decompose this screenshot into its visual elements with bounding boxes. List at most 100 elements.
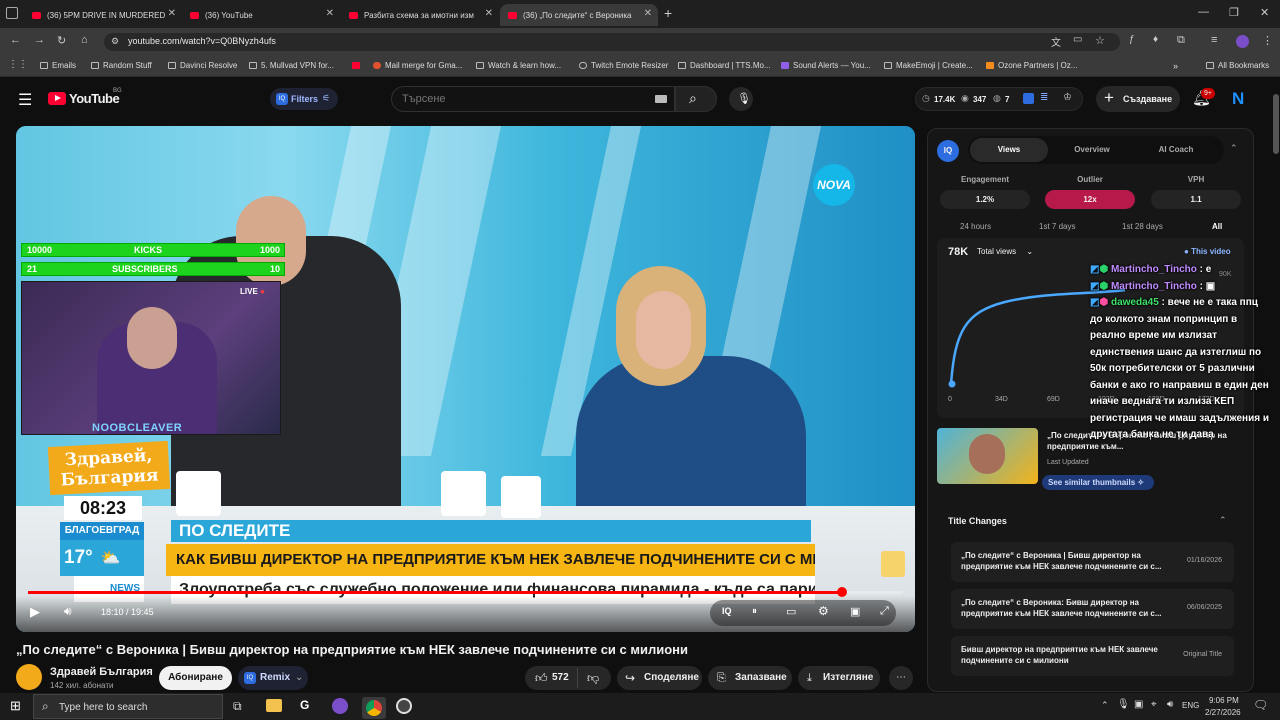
extension-icon[interactable]: ♦ (1153, 34, 1158, 45)
close-tab-icon[interactable]: ✕ (326, 8, 334, 19)
search-input[interactable] (391, 86, 675, 112)
back-icon[interactable]: ← (10, 34, 21, 46)
similar-video-thumbnail[interactable] (937, 428, 1038, 484)
language-indicator[interactable]: ENG (1182, 701, 1199, 710)
network-icon[interactable]: ⌖ (1151, 699, 1157, 710)
new-tab-icon[interactable]: + (664, 5, 672, 21)
home-icon[interactable]: ⌂ (81, 34, 88, 46)
site-info-icon[interactable]: ⚙ (111, 36, 119, 47)
like-icon[interactable]: 👍︎ (535, 666, 548, 690)
fullscreen-icon[interactable]: ⤢ (880, 605, 889, 618)
channel-name[interactable]: Здравей България (50, 666, 153, 678)
reload-icon[interactable]: ↻ (57, 34, 66, 47)
bookmark-item[interactable]: MakeEmoji | Create... (884, 61, 973, 70)
bookmark-item[interactable]: Mail merge for Gma... (373, 61, 462, 70)
range-option[interactable]: 1st 28 days (1122, 222, 1163, 231)
scrollbar-thumb[interactable] (1273, 94, 1279, 154)
filters-button[interactable]: IQ Filters ⚟ (270, 88, 338, 110)
forward-icon[interactable]: → (34, 34, 45, 46)
close-window-icon[interactable]: ✕ (1260, 6, 1269, 19)
range-option[interactable]: 24 hours (960, 222, 991, 231)
app-icon[interactable] (332, 698, 348, 714)
tab-views[interactable]: Views (970, 138, 1048, 162)
tab-search-icon[interactable] (6, 7, 18, 19)
bookmark-item[interactable]: Emails (40, 61, 76, 70)
bookmark-item[interactable]: Sound Alerts — You... (781, 61, 871, 70)
scrubber-handle[interactable] (836, 587, 847, 597)
browser-tab-active[interactable]: (36) „По следите“ с Вероника ✕ (500, 4, 658, 26)
close-tab-icon[interactable]: ✕ (485, 8, 493, 19)
browser-tab[interactable]: (36) 5PM DRIVE IN MURDERED ✕ (24, 4, 182, 26)
play-icon[interactable]: ▶ (30, 604, 40, 620)
youtube-logo-text[interactable]: YouTube (69, 91, 120, 106)
app-icon[interactable]: G (300, 698, 309, 712)
download-button[interactable]: ⤓ Изтегляне (798, 666, 880, 690)
bookmark-item[interactable]: Random Stuff (91, 61, 152, 70)
page-scrollbar[interactable] (1272, 80, 1280, 692)
all-bookmarks[interactable]: All Bookmarks (1206, 61, 1269, 70)
search-button[interactable]: ⌕ (675, 86, 717, 112)
bookmark-item[interactable]: 5. Mullvad VPN for... (249, 61, 334, 70)
collapse-chevron-icon[interactable]: ⌃ (1219, 515, 1227, 526)
apps-grid-icon[interactable]: ⋮⋮ (8, 59, 28, 70)
bookmark-item[interactable]: Twitch Emote Resizer (579, 61, 668, 70)
tray-chevron-icon[interactable]: ⌃ (1101, 700, 1109, 711)
browser-tab[interactable]: Разбита схема за имотни изм ✕ (341, 4, 499, 26)
voice-search-button[interactable]: 🎙 (729, 87, 753, 111)
file-explorer-icon[interactable] (266, 699, 282, 712)
pause-overlay-icon[interactable]: ⏸ (752, 606, 757, 617)
notification-center-icon[interactable]: 🗨︎ (1253, 698, 1268, 712)
browser-tab[interactable]: (36) YouTube ✕ (182, 4, 340, 26)
account-avatar[interactable]: N (1232, 89, 1244, 109)
like-count[interactable]: 572 (552, 666, 569, 690)
iq-icon[interactable]: IQ (722, 606, 732, 616)
obs-icon[interactable] (396, 698, 412, 714)
chrome-active-icon[interactable] (362, 697, 386, 719)
extension-icon[interactable]: ƒ (1129, 34, 1135, 45)
windows-start-icon[interactable]: ⊞ (10, 698, 21, 714)
profile-avatar[interactable] (1236, 35, 1249, 48)
dislike-icon[interactable]: 👎︎ (587, 666, 599, 690)
collapse-chevron-icon[interactable]: ⌃ (1230, 143, 1238, 154)
remix-button[interactable]: IQ Remix ⌄ (238, 666, 308, 690)
progress-bar[interactable] (28, 587, 903, 597)
hamburger-menu-icon[interactable]: ☰ (18, 90, 32, 110)
bookmark-star-icon[interactable]: ☆ (1095, 34, 1105, 47)
url-text[interactable]: youtube.com/watch?v=Q0BNyzh4ufs (128, 36, 276, 46)
close-tab-icon[interactable]: ✕ (168, 8, 176, 19)
bookmark-item[interactable]: Davinci Resolve (168, 61, 237, 70)
subtitles-icon[interactable]: ▭ (786, 605, 796, 618)
clock-time[interactable]: 9:06 PM (1209, 696, 1239, 705)
bookmark-item[interactable] (352, 61, 364, 70)
menu-kebab-icon[interactable]: ⋮ (1262, 34, 1273, 47)
extensions-puzzle-icon[interactable]: ⧉ (1177, 34, 1185, 47)
views-dropdown[interactable]: Total views ⌄ (971, 244, 1043, 260)
translate-icon[interactable]: 文 (1051, 34, 1061, 49)
video-player[interactable]: NOVA Здравей, България 08:23 БЛАГОЕВГРАД… (16, 126, 915, 632)
bookmark-item[interactable]: Ozone Partners | Oz... (986, 61, 1077, 70)
reading-list-icon[interactable]: ≡ (1211, 34, 1217, 46)
clock-date[interactable]: 2/27/2026 (1205, 708, 1241, 717)
tab-overview[interactable]: Overview (1054, 138, 1130, 162)
volume-icon[interactable]: 🔊︎ (64, 604, 72, 619)
minimize-icon[interactable]: — (1198, 6, 1209, 18)
cast-icon[interactable]: ▭ (1073, 34, 1082, 45)
keyboard-icon[interactable] (655, 95, 667, 103)
bookmark-item[interactable]: Watch & learn how... (476, 61, 561, 70)
save-button[interactable]: ⎘ Запазване (708, 666, 792, 690)
more-actions-button[interactable]: ⋯ (889, 666, 913, 690)
maximize-icon[interactable]: ❐ (1229, 6, 1239, 19)
tray-icon[interactable]: ▣ (1134, 699, 1143, 710)
miniplayer-icon[interactable]: ▣ (850, 605, 860, 618)
range-option-selected[interactable]: All (1212, 222, 1222, 231)
taskbar-search[interactable]: ⌕ Type here to search (33, 694, 223, 719)
range-option[interactable]: 1st 7 days (1039, 222, 1075, 231)
subscribe-button[interactable]: Абониране (159, 666, 232, 690)
channel-avatar[interactable] (16, 664, 42, 690)
tab-ai-coach[interactable]: AI Coach (1138, 138, 1214, 162)
youtube-logo-icon[interactable] (48, 92, 66, 105)
settings-gear-icon[interactable]: ⚙ (818, 604, 829, 618)
bookmark-item[interactable]: Dashboard | TTS.Mo... (678, 61, 771, 70)
mic-tray-icon[interactable]: 🎙︎ (1117, 699, 1130, 710)
close-tab-icon[interactable]: ✕ (644, 8, 652, 19)
